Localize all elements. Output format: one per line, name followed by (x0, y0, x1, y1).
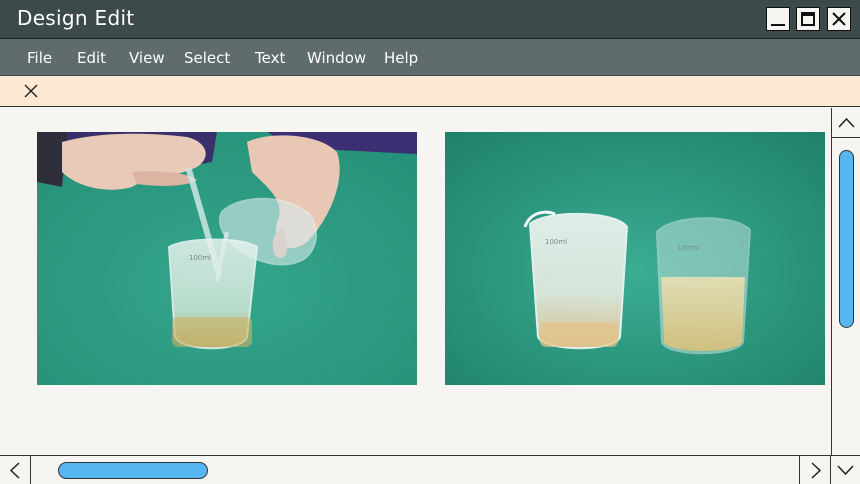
chevron-left-icon (9, 462, 20, 479)
scroll-right-button[interactable] (799, 456, 831, 484)
menu-window[interactable]: Window (307, 49, 366, 67)
vertical-scrollbar[interactable] (831, 108, 860, 455)
chevron-down-icon (837, 465, 854, 476)
image-two-beakers[interactable]: 100ml 100ml (445, 132, 825, 385)
window-title: Design Edit (17, 6, 135, 30)
close-button[interactable] (827, 7, 851, 31)
minimize-button[interactable] (766, 7, 790, 31)
image-pouring-beaker[interactable]: 100ml (37, 132, 417, 385)
menu-help[interactable]: Help (384, 49, 418, 67)
menu-text[interactable]: Text (255, 49, 285, 67)
scroll-up-button[interactable] (832, 108, 860, 138)
menu-edit[interactable]: Edit (77, 49, 106, 67)
chevron-right-icon (811, 462, 822, 479)
menu-bar: File Edit View Select Text Window Help (0, 39, 860, 76)
maximize-button[interactable] (796, 7, 820, 31)
scroll-left-button[interactable] (0, 456, 31, 484)
menu-select[interactable]: Select (184, 49, 230, 67)
horizontal-scrollbar[interactable] (0, 455, 860, 484)
beaker-label-left: 100ml (545, 238, 567, 246)
beaker-label: 100ml (189, 254, 211, 262)
close-icon (832, 12, 846, 26)
vertical-scroll-thumb[interactable] (839, 150, 854, 328)
menu-view[interactable]: View (129, 49, 165, 67)
document-canvas: 100ml 100ml 100ml (0, 108, 831, 455)
chevron-up-icon (838, 117, 855, 128)
photo-two-beakers: 100ml 100ml (445, 132, 825, 385)
horizontal-scroll-thumb[interactable] (58, 462, 208, 479)
title-bar: Design Edit (0, 0, 860, 39)
close-icon[interactable] (24, 84, 38, 98)
info-bar (0, 76, 860, 107)
scroll-down-button[interactable] (831, 456, 860, 484)
beaker-label-right: 100ml (677, 244, 699, 252)
menu-file[interactable]: File (27, 49, 52, 67)
photo-pouring-beaker: 100ml (37, 132, 417, 385)
